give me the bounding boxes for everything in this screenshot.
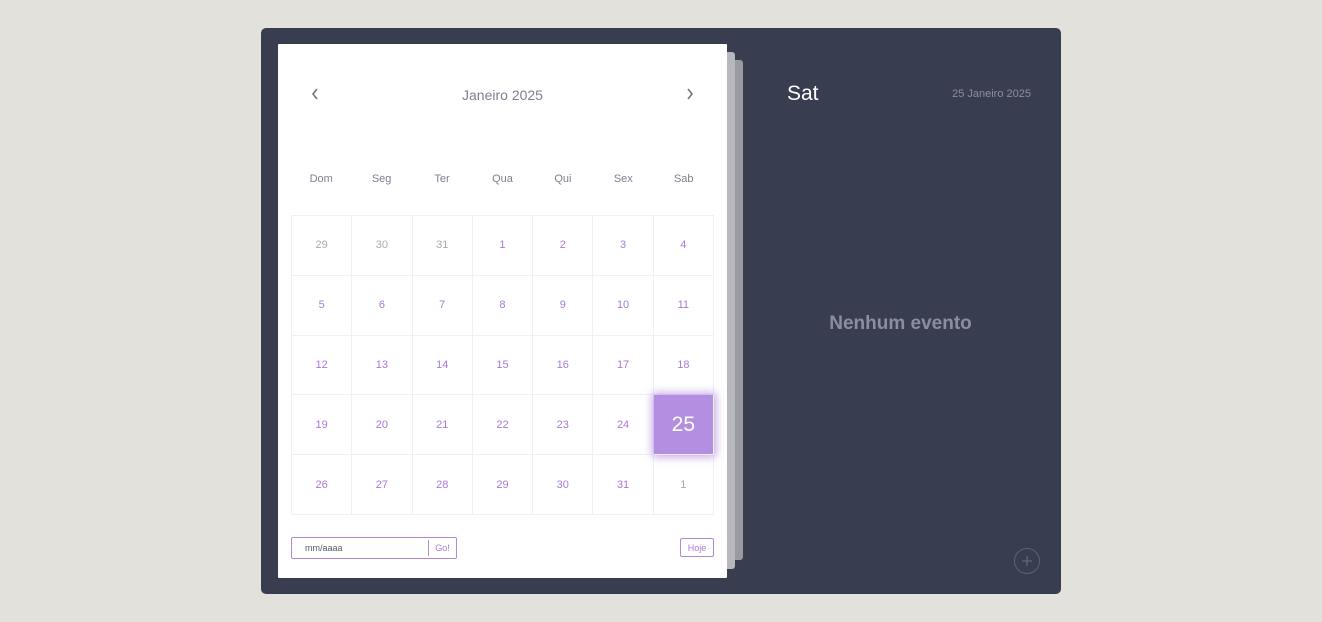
day-cell[interactable]: 16: [533, 335, 594, 396]
calendar-app: Janeiro 2025 Dom Seg Ter Qua Qui Sex Sab…: [261, 28, 1061, 594]
day-cell[interactable]: 26: [292, 455, 353, 515]
day-cell[interactable]: 31: [412, 216, 473, 276]
day-cell-selected[interactable]: 25: [653, 395, 714, 456]
day-cell[interactable]: 18: [653, 335, 714, 396]
weekday-label: Sab: [673, 173, 694, 185]
day-cell[interactable]: 21: [412, 395, 473, 456]
day-cell[interactable]: 4: [653, 216, 714, 276]
no-events-message: Nenhum evento: [829, 313, 972, 334]
weekday-header: Dom Seg Ter Qua Qui Sex Sab: [291, 173, 714, 185]
weekday-label: Ter: [434, 173, 450, 185]
day-cell[interactable]: 11: [653, 275, 714, 336]
selected-full-date: 25 Janeiro 2025: [952, 88, 1031, 100]
day-cell[interactable]: 19: [292, 395, 353, 456]
day-cell[interactable]: 3: [593, 216, 654, 276]
next-month-button[interactable]: [678, 84, 702, 104]
day-cell[interactable]: 20: [352, 395, 413, 456]
goto-date-form: Go!: [291, 537, 457, 559]
go-button[interactable]: Go!: [428, 540, 456, 556]
goto-date-input[interactable]: [292, 538, 428, 558]
day-cell[interactable]: 12: [292, 335, 353, 396]
weekday-label: Seg: [371, 173, 392, 185]
day-cell[interactable]: 29: [472, 455, 534, 515]
day-cell[interactable]: 1: [472, 216, 534, 276]
chevron-right-icon: [687, 88, 694, 100]
day-cell[interactable]: 5: [292, 275, 353, 336]
day-cell[interactable]: 30: [533, 455, 594, 515]
weekday-label: Qui: [554, 173, 572, 185]
day-cell[interactable]: 10: [593, 275, 654, 336]
day-cell[interactable]: 15: [472, 335, 534, 396]
day-cell[interactable]: 7: [412, 275, 473, 336]
day-cell[interactable]: 28: [412, 455, 473, 515]
month-title: Janeiro 2025: [462, 87, 543, 103]
day-cell[interactable]: 8: [472, 275, 534, 336]
day-cell[interactable]: 22: [472, 395, 534, 456]
day-cell[interactable]: 29: [292, 216, 353, 276]
weekday-label: Dom: [309, 173, 333, 185]
day-cell[interactable]: 23: [533, 395, 594, 456]
day-cell[interactable]: 9: [533, 275, 594, 336]
weekday-label: Qua: [492, 173, 513, 185]
weekday-label: Sex: [613, 173, 633, 185]
today-button[interactable]: Hoje: [680, 538, 714, 557]
day-cell[interactable]: 17: [593, 335, 654, 396]
day-cell[interactable]: 30: [352, 216, 413, 276]
add-event-button[interactable]: [1014, 548, 1040, 574]
day-grid: 29 30 31 1 2 3 4 5 6 7 8 9 10 11 12 13 14 15 16 17 18 19 20 21 2…: [291, 215, 714, 515]
day-cell[interactable]: 2: [533, 216, 594, 276]
day-cell[interactable]: 27: [352, 455, 413, 515]
day-cell[interactable]: 1: [653, 455, 714, 515]
day-cell[interactable]: 31: [593, 455, 654, 515]
day-cell[interactable]: 14: [412, 335, 473, 396]
selected-day-name: Sat: [787, 82, 819, 105]
day-cell[interactable]: 6: [352, 275, 413, 336]
plus-icon: [1022, 556, 1032, 566]
day-cell[interactable]: 13: [352, 335, 413, 396]
day-cell[interactable]: 24: [593, 395, 654, 456]
calendar-card: Janeiro 2025 Dom Seg Ter Qua Qui Sex Sab…: [278, 44, 727, 578]
